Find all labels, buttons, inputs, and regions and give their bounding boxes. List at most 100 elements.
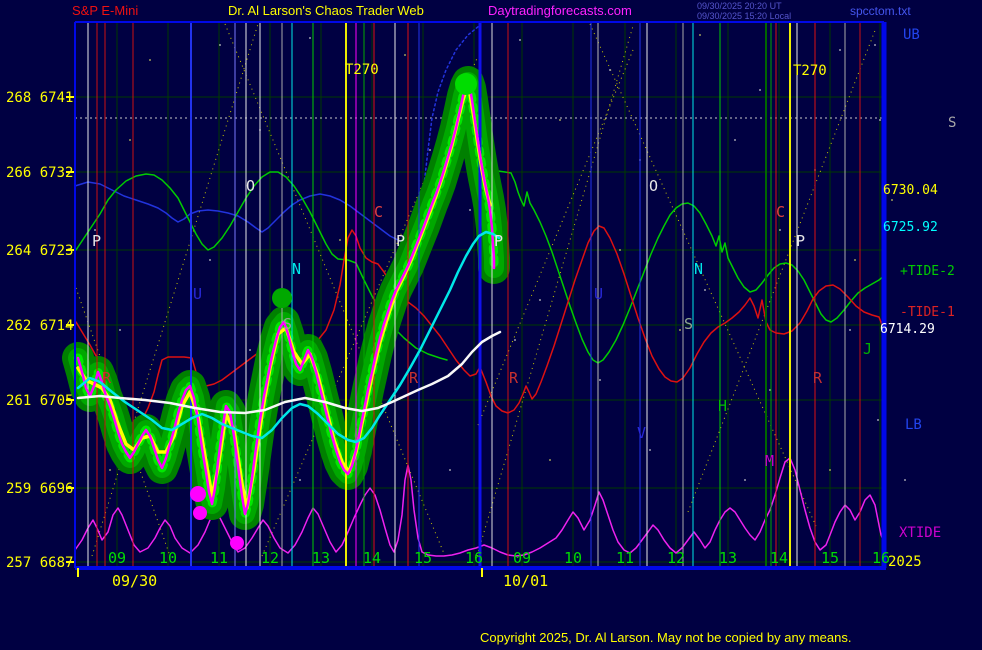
star-dot [839,49,841,51]
star-dot [514,339,516,341]
planet-letter-r: R [102,369,112,387]
right-label-ub: UB [903,27,920,43]
x-axis-hour-label: 10 [159,549,177,567]
chart-canvas: 268 6741 266 6732 264 6723 262 6714 261 6705… [0,0,982,650]
planet-letter-o: O [246,177,255,195]
x-axis-hour-label: 09 [513,549,531,567]
star-dot [854,259,856,261]
planet-letter-h: H [718,397,727,415]
right-label-+tide-2: +TIDE-2 [900,264,955,279]
star-dot [679,329,681,331]
star-dot [549,459,551,461]
planet-letter-p: P [796,232,805,250]
star-dot [119,329,121,331]
star-dot [734,139,736,141]
star-dot [539,299,541,301]
copyright-notice: Copyright 2025, Dr. Al Larson. May not b… [480,631,851,645]
right-label-xtide: XTIDE [899,525,941,541]
star-dot [891,199,893,201]
marker-ball [230,536,244,550]
star-dot [339,239,341,241]
star-dot [94,229,96,231]
star-dot [874,44,876,46]
x-axis-hour-label: 13 [719,549,737,567]
star-dot [829,469,831,471]
star-dot [849,329,851,331]
marker-ball [190,486,206,502]
star-dot [609,69,611,71]
marker-ball [272,288,292,308]
star-dot [469,209,471,211]
star-dot [879,119,881,121]
x-axis-hour-label: 12 [667,549,685,567]
right-label-2025: 2025 [888,554,922,570]
star-dot [209,259,211,261]
star-dot [129,139,131,141]
planet-letter-n: N [694,260,703,278]
planet-letter-j: J [863,340,872,358]
planet-letter-s: S [684,315,693,333]
planet-letter-r: R [509,369,519,387]
star-dot [877,419,879,421]
star-dot [599,379,601,381]
chaos-trader-chart-page: S&P E-Mini Dr. Al Larson's Chaos Trader … [0,0,982,650]
x-axis-hour-label: 09 [108,549,126,567]
planet-letter-u: U [193,285,202,303]
star-dot [429,149,431,151]
right-label-6714.29: 6714.29 [880,322,935,337]
x-axis-hour-label: 12 [261,549,279,567]
planet-letter-o: O [649,177,658,195]
star-dot [904,479,906,481]
right-label-lb: LB [905,417,922,433]
right-label-s: S [948,115,956,131]
x-axis-date-label: 10/01 [503,572,548,590]
y-axis-label: 257 6687 [6,555,73,571]
right-label-6725.92: 6725.92 [883,220,938,235]
series-tide2-green-day2 [486,171,884,363]
planet-letter-s: S [283,315,292,333]
x-axis-hour-label: 14 [770,549,788,567]
star-dot [649,449,651,451]
star-dot [744,479,746,481]
right-label-6730.04: 6730.04 [883,183,938,198]
marker-ball [193,506,207,520]
star-dot [299,479,301,481]
star-dot [309,37,311,39]
astro-diagonal [688,28,876,512]
series-tide1-red-day2 [480,226,884,413]
x-axis-hour-label: 10 [564,549,582,567]
x-axis-hour-label: 13 [312,549,330,567]
marker-ball [455,73,477,95]
star-dot [519,39,521,41]
planet-letter-n: N [292,260,301,278]
star-dot [249,349,251,351]
star-dot [109,469,111,471]
x-axis-hour-label: 16 [465,549,483,567]
planet-letter-u: U [594,285,603,303]
t270-annotation: T270 [793,63,827,79]
x-axis-hour-label: 15 [821,549,839,567]
y-axis-label: 266 6732 [6,165,73,181]
t270-annotation: T270 [345,62,379,78]
planet-letter-c: C [374,203,383,221]
star-dot [219,44,221,46]
x-axis-hour-label: 15 [414,549,432,567]
y-axis-label: 259 6696 [6,481,73,497]
planet-letter-p: P [494,232,503,250]
star-dot [449,469,451,471]
planet-letter-p: P [396,232,405,250]
planet-letter-m: M [765,452,774,470]
y-axis-label: 264 6723 [6,243,73,259]
star-dot [704,289,706,291]
planet-letter-c: C [776,203,785,221]
y-axis-label: 261 6705 [6,393,73,409]
planet-letter-p: P [92,232,101,250]
x-axis-hour-label: 11 [210,549,228,567]
y-axis-label: 268 6741 [6,90,73,106]
planet-letter-v: V [637,424,646,442]
y-axis-label: 262 6714 [6,318,73,334]
star-dot [779,229,781,231]
x-axis-date-label: 09/30 [112,572,157,590]
star-dot [559,119,561,121]
right-label--tide-1: -TIDE-1 [900,305,955,320]
